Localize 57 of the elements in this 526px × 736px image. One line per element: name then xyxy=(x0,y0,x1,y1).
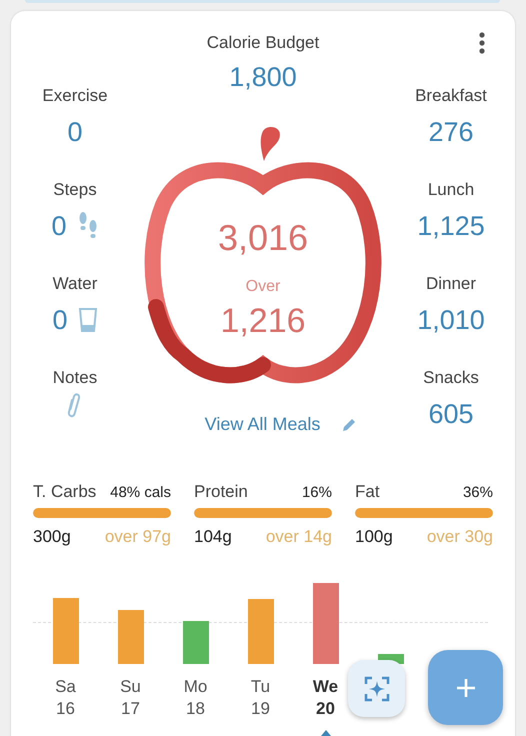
stat-value: 0 xyxy=(52,304,68,337)
stat-label: Lunch xyxy=(428,179,474,201)
day-label[interactable]: Su xyxy=(120,676,141,698)
date-label[interactable]: 16 xyxy=(56,698,75,720)
macro-label: Fat xyxy=(355,482,380,502)
macro-over: over 97g xyxy=(104,526,171,548)
view-all-meals-link[interactable]: View All Meals xyxy=(204,412,320,436)
pencil-icon[interactable] xyxy=(342,416,358,432)
macro-percent: 48% cals xyxy=(110,484,171,501)
selected-day-marker xyxy=(320,730,330,736)
calorie-bar[interactable] xyxy=(52,598,78,664)
day-label[interactable]: Tu xyxy=(250,676,270,698)
footprints-icon xyxy=(76,211,99,241)
macro-grams: 300g xyxy=(33,526,71,548)
calorie-bar[interactable] xyxy=(248,599,274,664)
stat-value: 1,125 xyxy=(417,210,485,243)
stat-value: 0 xyxy=(51,210,67,243)
status-label: Over xyxy=(244,277,282,297)
stat-label: Snacks xyxy=(423,367,479,389)
date-label[interactable]: 18 xyxy=(186,698,205,720)
stat-label: Notes xyxy=(52,367,98,389)
macro-over: over 30g xyxy=(426,526,493,548)
date-label[interactable]: 19 xyxy=(251,698,270,720)
stat-value: 276 xyxy=(428,116,474,149)
stat-label: Breakfast xyxy=(415,85,487,107)
budget-value: 1,800 xyxy=(229,61,297,94)
scan-icon xyxy=(364,676,390,702)
stat-value: 1,010 xyxy=(417,304,485,337)
macro-over: over 14g xyxy=(266,526,332,548)
calorie-bar[interactable] xyxy=(312,583,338,664)
stat-label: Steps xyxy=(53,179,97,201)
macro-label: T. Carbs xyxy=(33,482,96,502)
calorie-bar[interactable] xyxy=(118,610,144,664)
budget-label: Calorie Budget xyxy=(206,32,320,54)
more-menu-icon[interactable] xyxy=(478,32,486,54)
stat-label: Exercise xyxy=(42,85,108,107)
stat-label: Dinner xyxy=(426,273,476,295)
stat-value: 0 xyxy=(67,116,83,149)
total-calories: 3,016 xyxy=(216,217,310,259)
scan-button[interactable] xyxy=(348,660,405,717)
day-label[interactable]: We xyxy=(312,676,338,698)
stat-value: 605 xyxy=(428,398,474,431)
date-label[interactable]: 20 xyxy=(316,698,335,720)
macro-percent: 36% xyxy=(462,484,493,501)
difference-value: 1,216 xyxy=(219,301,307,341)
add-button[interactable] xyxy=(428,650,503,725)
stat-label: Water xyxy=(52,273,98,295)
date-label[interactable]: 17 xyxy=(121,698,140,720)
plus-icon xyxy=(456,678,476,698)
glass-icon xyxy=(78,307,98,333)
macro-percent: 16% xyxy=(302,484,332,501)
day-label[interactable]: Mo xyxy=(184,676,208,698)
day-label[interactable]: Sa xyxy=(55,676,76,698)
macro-grams: 100g xyxy=(355,526,393,548)
macro-grams: 104g xyxy=(194,526,232,548)
calorie-bar[interactable] xyxy=(182,621,208,664)
macro-label: Protein xyxy=(194,482,248,502)
